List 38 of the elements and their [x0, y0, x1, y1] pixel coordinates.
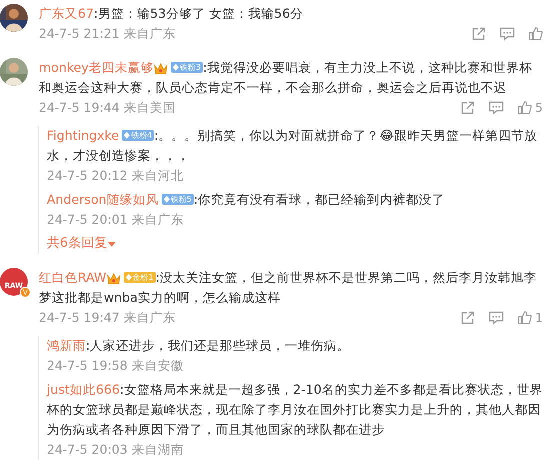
comment-icon[interactable]	[489, 101, 504, 115]
like-icon[interactable]	[518, 101, 532, 115]
fan-badge: 铁粉4	[122, 130, 154, 141]
fan-badge: 铁粉5	[162, 194, 194, 205]
like-count: 1	[535, 310, 543, 327]
caret-icon	[107, 240, 118, 248]
timestamp: 24-7-5 20:03 来自湖南	[47, 441, 184, 459]
comment-text: 广东又67:男篮：输53分够了 女篮：我输56分	[39, 5, 304, 23]
comment-text: just如此666:女篮格局本来就是一超多强，2-10名的实力差不多都是看比赛状态，世界杯的女篮球员都是巅峰状态，现在除了李月汝在国外打比赛实力是上升的，其他人都因为伤病或者各种原因下滑了，而且其他国家的球队都在进步	[47, 381, 543, 439]
timestamp: 24-7-5 19:44 来自美国	[39, 99, 176, 117]
timestamp: 24-7-5 19:47 来自广东	[39, 309, 176, 327]
timestamp: 24-7-5 19:58 来自安徽	[47, 357, 184, 375]
like-count: 5	[535, 100, 543, 117]
share-icon[interactable]	[461, 311, 476, 325]
like-icon[interactable]	[529, 27, 543, 41]
username[interactable]: 广东又67	[39, 6, 94, 21]
username[interactable]: just如此666	[47, 382, 120, 397]
comment-icon[interactable]	[500, 27, 515, 41]
fan-badge: 金粉1	[124, 272, 156, 283]
username[interactable]: Anderson随缘如风	[47, 192, 159, 207]
username[interactable]: Fightingxke	[47, 128, 120, 143]
comment-icon[interactable]	[489, 311, 504, 325]
username[interactable]: 红白色RAW	[39, 270, 107, 285]
diamond-icon	[126, 274, 132, 281]
diamond-icon	[124, 132, 130, 139]
fan-badge: 铁粉3	[171, 62, 204, 73]
timestamp: 24-7-5 20:01 来自广东	[47, 211, 184, 229]
like-icon[interactable]	[518, 311, 532, 325]
diamond-icon	[173, 64, 179, 71]
diamond-icon	[164, 196, 170, 203]
timestamp: 24-7-5 21:21 来自广东	[39, 25, 176, 43]
username[interactable]: monkey老四未赢够	[39, 60, 154, 75]
share-icon[interactable]	[461, 101, 476, 115]
more-replies-link[interactable]: 共6条回复	[47, 234, 118, 254]
comment-text: 鸿新雨:人家还进步，我们还是那些球员，一堆伤病。	[47, 337, 352, 355]
share-icon[interactable]	[472, 27, 486, 41]
username[interactable]: 鸿新雨	[47, 338, 86, 353]
timestamp: 24-7-5 20:12 来自河北	[47, 167, 184, 185]
